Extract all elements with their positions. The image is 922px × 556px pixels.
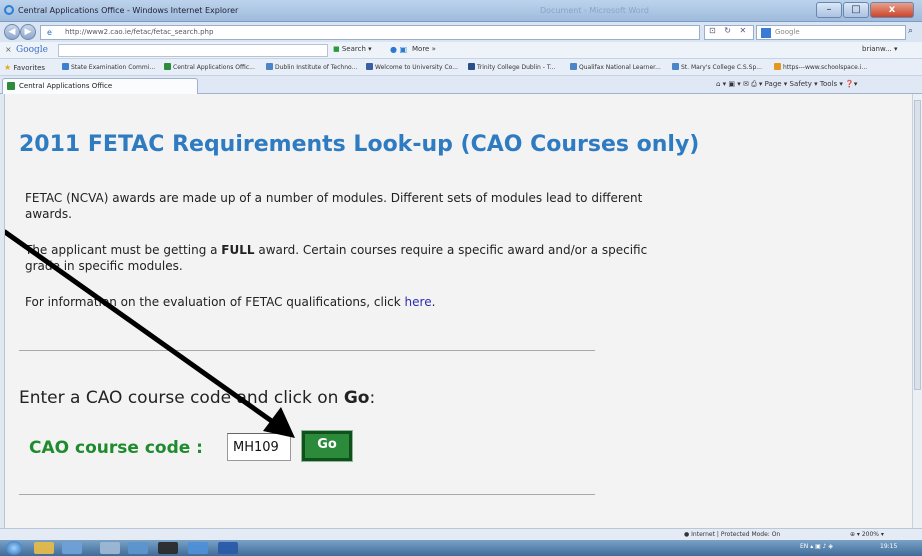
favorite-link[interactable]: https---www.schoolspace.i... bbox=[774, 63, 867, 71]
app-taskbar-icon[interactable] bbox=[158, 542, 178, 554]
protected-mode-status: ● Internet | Protected Mode: On bbox=[684, 531, 781, 538]
instruction-colon: : bbox=[369, 388, 376, 408]
status-bar: ● Internet | Protected Mode: On ⊕ ▾ 200%… bbox=[0, 528, 922, 540]
favorite-link[interactable]: Qualifax National Learner... bbox=[570, 63, 661, 71]
address-row: ◀ ▶ e http://www2.cao.ie/fetac/fetac_sea… bbox=[0, 22, 922, 42]
google-toolbar: × Google ■ Search ▾ ● ▣ More » brianw...… bbox=[0, 42, 922, 59]
clock: 19:15 bbox=[880, 543, 898, 550]
language-indicator: EN bbox=[800, 543, 809, 550]
close-button[interactable]: x bbox=[870, 2, 914, 18]
maximize-button[interactable]: □ bbox=[843, 2, 869, 18]
google-search-button[interactable]: ■ Search ▾ bbox=[333, 45, 372, 53]
url-text: http://www2.cao.ie/fetac/fetac_search.ph… bbox=[65, 28, 214, 36]
divider bbox=[19, 494, 595, 495]
star-icon: ★ bbox=[4, 63, 12, 72]
favorite-link[interactable]: State Examination Commi... bbox=[62, 63, 155, 71]
more-button[interactable]: More » bbox=[412, 45, 436, 53]
tab-central-applications-office[interactable]: Central Applications Office bbox=[2, 78, 198, 94]
favorite-icon bbox=[570, 63, 577, 70]
search-placeholder: Google bbox=[775, 28, 800, 36]
ie-icon bbox=[4, 5, 14, 15]
magnifier-icon: ■ bbox=[333, 45, 342, 53]
tab-label: Central Applications Office bbox=[19, 82, 113, 90]
search-icon[interactable]: ⌕ bbox=[908, 26, 913, 36]
favorite-icon bbox=[164, 63, 171, 70]
start-button[interactable] bbox=[6, 541, 22, 555]
annotation-arrow bbox=[5, 229, 295, 438]
forward-button[interactable]: ▶ bbox=[20, 24, 36, 40]
favorite-link[interactable]: Dublin Institute of Techno... bbox=[266, 63, 357, 71]
favorite-label: Central Applications Offic... bbox=[173, 64, 255, 71]
favorite-icon bbox=[266, 63, 273, 70]
user-menu[interactable]: brianw... ▾ bbox=[862, 45, 898, 53]
app-taskbar-icon[interactable] bbox=[128, 542, 148, 554]
toolbar-icons[interactable]: ● ▣ bbox=[390, 45, 407, 54]
page-icon: e bbox=[47, 28, 52, 37]
protected-mode-label: Internet | Protected Mode: On bbox=[691, 531, 781, 538]
vertical-scrollbar[interactable] bbox=[912, 94, 922, 528]
here-link[interactable]: here bbox=[405, 295, 432, 309]
favorite-label: Dublin Institute of Techno... bbox=[275, 64, 358, 71]
favorite-label: Qualifax National Learner... bbox=[579, 64, 661, 71]
app-taskbar-icon[interactable] bbox=[100, 542, 120, 554]
favorite-link[interactable]: Central Applications Offic... bbox=[164, 63, 255, 71]
info-text-end: . bbox=[431, 295, 436, 309]
favorite-icon bbox=[468, 63, 475, 70]
tab-row: Central Applications Office ⌂ ▾ ▣ ▾ ✉ ⎙ … bbox=[0, 76, 922, 94]
favorite-icon bbox=[774, 63, 781, 70]
google-search-icon bbox=[761, 28, 771, 38]
address-bar[interactable]: e http://www2.cao.ie/fetac/fetac_search.… bbox=[40, 25, 700, 40]
toolbar-close-icon[interactable]: × bbox=[5, 45, 12, 54]
back-button[interactable]: ◀ bbox=[4, 24, 20, 40]
search-input[interactable]: Google bbox=[756, 25, 906, 40]
zoom-level[interactable]: ⊕ ▾ 200% ▾ bbox=[850, 531, 884, 538]
google-logo: Google bbox=[16, 45, 48, 55]
favorites-label: Favorites bbox=[13, 64, 46, 72]
zoom-value: 200% bbox=[861, 531, 880, 538]
favorite-link[interactable]: St. Mary's College C.S.Sp... bbox=[672, 63, 762, 71]
page-content: 2011 FETAC Requirements Look-up (CAO Cou… bbox=[4, 94, 912, 528]
scrollbar-thumb[interactable] bbox=[914, 100, 921, 390]
favorite-icon bbox=[366, 63, 373, 70]
tab-favicon bbox=[7, 82, 15, 90]
favorite-label: State Examination Commi... bbox=[71, 64, 156, 71]
favorite-label: https---www.schoolspace.i... bbox=[783, 64, 868, 71]
command-bar-label: Page ▾ Safety ▾ Tools ▾ bbox=[764, 80, 843, 88]
favorite-label: Trinity College Dublin - T... bbox=[477, 64, 556, 71]
favorite-link[interactable]: Welcome to University Co... bbox=[366, 63, 458, 71]
media-taskbar-icon[interactable] bbox=[62, 542, 82, 554]
taskbar: EN ▴ ▣ ♪ ◈ 19:15 bbox=[0, 540, 922, 556]
command-bar[interactable]: ⌂ ▾ ▣ ▾ ✉ ⎙ ▾ Page ▾ Safety ▾ Tools ▾ ❓▾ bbox=[716, 80, 857, 89]
window-title: Central Applications Office - Windows In… bbox=[18, 6, 239, 15]
google-search-label: Search ▾ bbox=[341, 45, 372, 53]
explorer-taskbar-icon[interactable] bbox=[34, 542, 54, 554]
favorites-bar: ★ Favorites State Examination Commi... C… bbox=[0, 59, 922, 76]
minimize-button[interactable]: – bbox=[816, 2, 842, 18]
favorite-icon bbox=[62, 63, 69, 70]
system-tray[interactable]: EN ▴ ▣ ♪ ◈ bbox=[800, 543, 833, 550]
favorite-label: Welcome to University Co... bbox=[375, 64, 458, 71]
google-search-input[interactable] bbox=[58, 44, 328, 57]
ie-taskbar-icon[interactable] bbox=[188, 542, 208, 554]
favorites-button[interactable]: ★ Favorites bbox=[4, 63, 45, 72]
favorite-icon bbox=[672, 63, 679, 70]
favorite-link[interactable]: Trinity College Dublin - T... bbox=[468, 63, 556, 71]
background-window-title: Document - Microsoft Word bbox=[540, 6, 649, 15]
address-controls[interactable]: ⊡ ↻ ✕ bbox=[704, 25, 754, 40]
window-title-bar: Central Applications Office - Windows In… bbox=[0, 0, 922, 22]
favorite-label: St. Mary's College C.S.Sp... bbox=[681, 64, 762, 71]
instruction-go-emphasis: Go bbox=[343, 388, 370, 408]
word-taskbar-icon[interactable] bbox=[218, 542, 238, 554]
